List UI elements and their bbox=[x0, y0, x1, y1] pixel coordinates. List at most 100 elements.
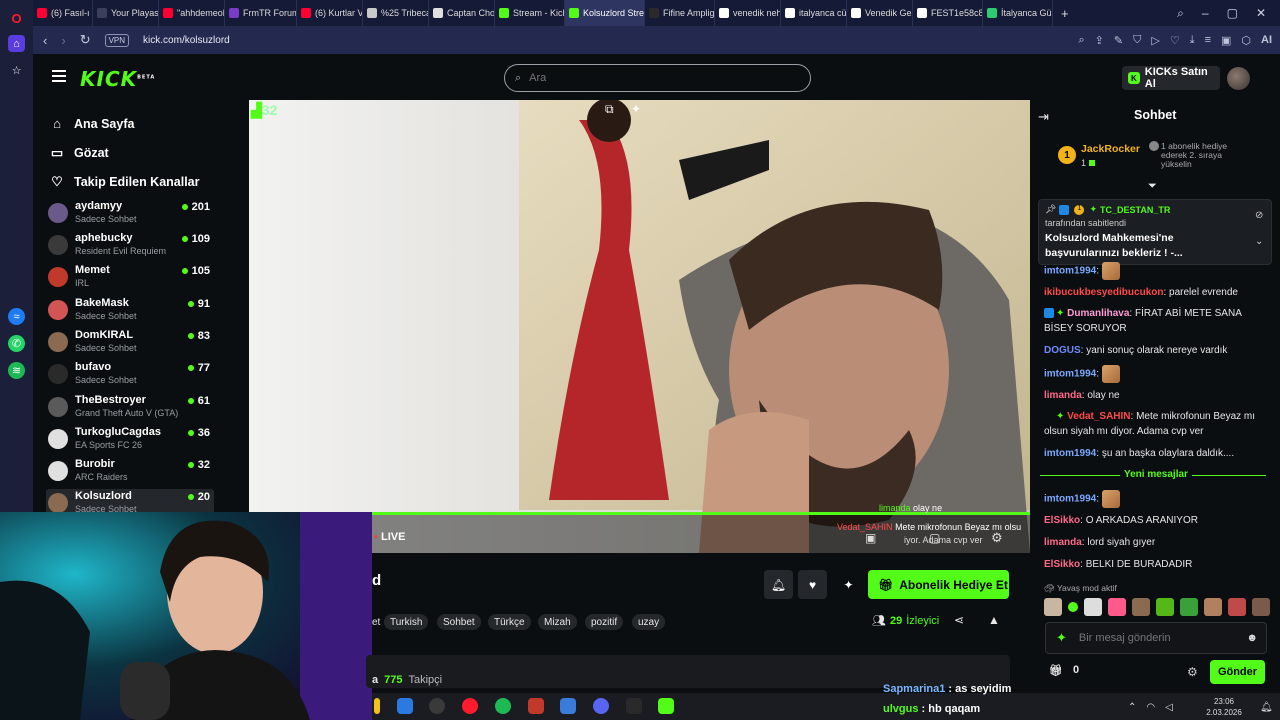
chat-username[interactable]: ikibucukbesyedibucukon bbox=[1044, 287, 1163, 298]
chat-message[interactable]: ikibucukbesyedibucukon: parelel evrende bbox=[1044, 285, 1270, 300]
buy-kicks-button[interactable]: K KICKs Satın Al bbox=[1122, 66, 1220, 90]
gift-subscription-button[interactable]: 🎁︎ Abonelik Hediye Et bbox=[868, 570, 1009, 599]
picture-in-picture-icon[interactable]: ⧉ bbox=[605, 102, 614, 117]
emote-bar[interactable] bbox=[1044, 598, 1270, 616]
hamburger-menu-icon[interactable] bbox=[52, 70, 66, 82]
wallet-icon[interactable]: ▣ bbox=[1221, 34, 1231, 47]
chat-message[interactable]: imtom1994: bbox=[1044, 262, 1270, 280]
menu-icon[interactable]: ≡ bbox=[1205, 34, 1211, 47]
emote-icon[interactable] bbox=[1156, 598, 1174, 616]
emote-icon[interactable] bbox=[1068, 602, 1078, 612]
discord-taskbar-icon[interactable] bbox=[593, 698, 609, 714]
search-box[interactable]: ⌕ bbox=[504, 64, 811, 92]
browser-tab[interactable]: venedik nehi bbox=[715, 0, 781, 26]
theater-mode-icon[interactable]: ▣ bbox=[865, 531, 876, 545]
close-icon[interactable]: ✕ bbox=[1256, 6, 1266, 21]
chat-message[interactable]: DOGUS: yani sonuç olarak nereye vardık bbox=[1044, 343, 1270, 358]
share-icon[interactable]: ⋖ bbox=[954, 613, 964, 627]
browser-tab[interactable]: "ahhdemeoh bbox=[159, 0, 225, 26]
kick-taskbar-icon[interactable] bbox=[658, 698, 674, 714]
chat-username[interactable]: limanda bbox=[1044, 390, 1082, 401]
url-field[interactable]: kick.com/kolsuzlord bbox=[143, 35, 230, 46]
opera-taskbar-icon[interactable] bbox=[462, 698, 478, 714]
browser-tab[interactable]: Venedik Gezi bbox=[847, 0, 913, 26]
followed-channel-item[interactable]: TheBestroyer Grand Theft Auto V (GTA) 61 bbox=[46, 393, 214, 423]
heart-icon[interactable]: ♡ bbox=[1170, 34, 1180, 47]
extensions-icon[interactable]: ⬡ bbox=[1241, 34, 1251, 47]
volume-icon[interactable]: ◁ bbox=[1165, 702, 1173, 713]
workspace-icon[interactable]: ⌂ bbox=[8, 35, 25, 52]
browser-tab[interactable]: Captan Choc bbox=[429, 0, 495, 26]
search-tabs-icon[interactable]: ⌕ bbox=[1177, 6, 1184, 21]
ai-button[interactable]: AI bbox=[1261, 34, 1272, 47]
emote-icon[interactable] bbox=[1204, 598, 1222, 616]
star-icon[interactable]: ☆ bbox=[8, 62, 25, 79]
video-player[interactable]: ▟32 ⧉ ✦ limanda olay ne Vedat_SAHIN Mete… bbox=[249, 100, 1030, 553]
nav-following[interactable]: ♡ Takip Edilen Kanallar bbox=[50, 174, 199, 190]
search-icon[interactable]: ⌕ bbox=[1078, 34, 1084, 47]
emote-icon[interactable] bbox=[1132, 598, 1150, 616]
chat-settings-gear-icon[interactable]: ⚙ bbox=[1187, 665, 1198, 679]
stream-tag[interactable]: Türkçe bbox=[488, 614, 531, 630]
sparkle-button[interactable]: ✦ bbox=[834, 570, 863, 599]
emote-icon[interactable] bbox=[1108, 598, 1126, 616]
messenger-icon[interactable]: ≈ bbox=[8, 308, 25, 325]
browser-tab[interactable]: Stream - Kick bbox=[495, 0, 565, 26]
wifi-icon[interactable]: ◠ bbox=[1146, 702, 1155, 713]
followed-channel-item[interactable]: Burobir ARC Raiders 32 bbox=[46, 457, 214, 487]
shield-icon[interactable]: ⛉ bbox=[1133, 34, 1141, 47]
followed-channel-item[interactable]: Memet IRL 105 bbox=[46, 263, 214, 293]
notification-bell-button[interactable]: 🔔︎ bbox=[764, 570, 793, 599]
clock[interactable]: 23:06 2.03.2026 bbox=[1204, 696, 1244, 718]
app-icon[interactable] bbox=[528, 698, 544, 714]
download-icon[interactable]: ⤓ bbox=[1190, 34, 1195, 47]
browser-tab[interactable]: FEST1e58c84 bbox=[913, 0, 983, 26]
chat-username[interactable]: Dumanlihava bbox=[1067, 308, 1129, 319]
chat-username[interactable]: DOGUS bbox=[1044, 345, 1081, 356]
chat-username[interactable]: Vedat_SAHIN bbox=[1067, 411, 1130, 422]
stream-tag[interactable]: pozitif bbox=[585, 614, 624, 630]
browser-tab[interactable]: (6) Fasıl-ı Jazz bbox=[33, 0, 93, 26]
chat-username[interactable]: imtom1994 bbox=[1044, 369, 1096, 380]
emote-icon[interactable] bbox=[1084, 598, 1102, 616]
chat-message[interactable]: limanda: lord siyah gıyer bbox=[1044, 535, 1270, 550]
channel-points[interactable]: 🎁︎ 0 bbox=[1049, 664, 1079, 677]
followed-channel-item[interactable]: BakeMask Sadece Sohbet 91 bbox=[46, 296, 214, 326]
file-explorer-icon[interactable] bbox=[374, 698, 380, 714]
tray-icons[interactable]: ⌃ ◠ ◁ bbox=[1128, 702, 1173, 713]
reload-icon[interactable]: ↻ bbox=[80, 32, 91, 48]
pinned-message[interactable]: 📌︎ 1 ✦ TC_DESTAN_TR tarafından sabitlend… bbox=[1038, 199, 1272, 265]
play-icon[interactable]: ▷ bbox=[1151, 34, 1159, 47]
chat-username[interactable]: imtom1994 bbox=[1044, 494, 1096, 505]
browser-tab[interactable]: Kolsuzlord Stream bbox=[565, 0, 645, 26]
followed-channel-item[interactable]: DomKIRAL Sadece Sohbet 83 bbox=[46, 328, 214, 358]
settings-gear-icon[interactable]: ⚙ bbox=[991, 530, 1003, 546]
browser-tab[interactable]: İtalyanca Gün bbox=[983, 0, 1053, 26]
chevron-down-icon[interactable]: ⌄ bbox=[1255, 236, 1263, 247]
emoji-picker-icon[interactable]: ☻ bbox=[1246, 632, 1258, 644]
emote-icon[interactable] bbox=[1044, 598, 1062, 616]
browser-tab[interactable]: FrmTR Forum bbox=[225, 0, 297, 26]
stream-tag[interactable]: Mizah bbox=[538, 614, 577, 630]
report-warning-icon[interactable]: ▲ bbox=[988, 613, 1000, 627]
maximize-icon[interactable]: ▢ bbox=[1227, 6, 1238, 21]
stream-tag[interactable]: uzay bbox=[632, 614, 666, 630]
followed-channel-item[interactable]: aphebucky Resident Evil Requiem 109 bbox=[46, 231, 214, 261]
minimize-icon[interactable]: – bbox=[1202, 6, 1209, 21]
chat-message[interactable]: ✦ Vedat_SAHIN: Mete mikrofonun Beyaz mı … bbox=[1044, 409, 1270, 439]
chat-message[interactable]: limanda: olay ne bbox=[1044, 388, 1270, 403]
chat-username[interactable]: imtom1994 bbox=[1044, 266, 1096, 277]
app-icon[interactable] bbox=[560, 698, 576, 714]
browser-tab[interactable]: Fifine Amplig bbox=[645, 0, 715, 26]
emote-icon[interactable] bbox=[1180, 598, 1198, 616]
kick-logo[interactable]: KICKBETA bbox=[80, 67, 155, 91]
chat-message[interactable]: ElSikko: O ARKADAS ARANIYOR bbox=[1044, 513, 1270, 528]
browser-tab[interactable]: Your Playasia bbox=[93, 0, 159, 26]
nav-home[interactable]: ⌂ Ana Sayfa bbox=[50, 116, 134, 131]
spotify-icon[interactable]: ≋ bbox=[8, 362, 25, 379]
send-button[interactable]: Gönder bbox=[1210, 660, 1265, 684]
chevron-up-icon[interactable]: ⌃ bbox=[1128, 702, 1136, 713]
chat-username[interactable]: ElSikko bbox=[1044, 515, 1080, 526]
followed-channel-item[interactable]: TurkogluCagdas EA Sports FC 26 36 bbox=[46, 425, 214, 455]
chat-username[interactable]: imtom1994 bbox=[1044, 448, 1096, 459]
